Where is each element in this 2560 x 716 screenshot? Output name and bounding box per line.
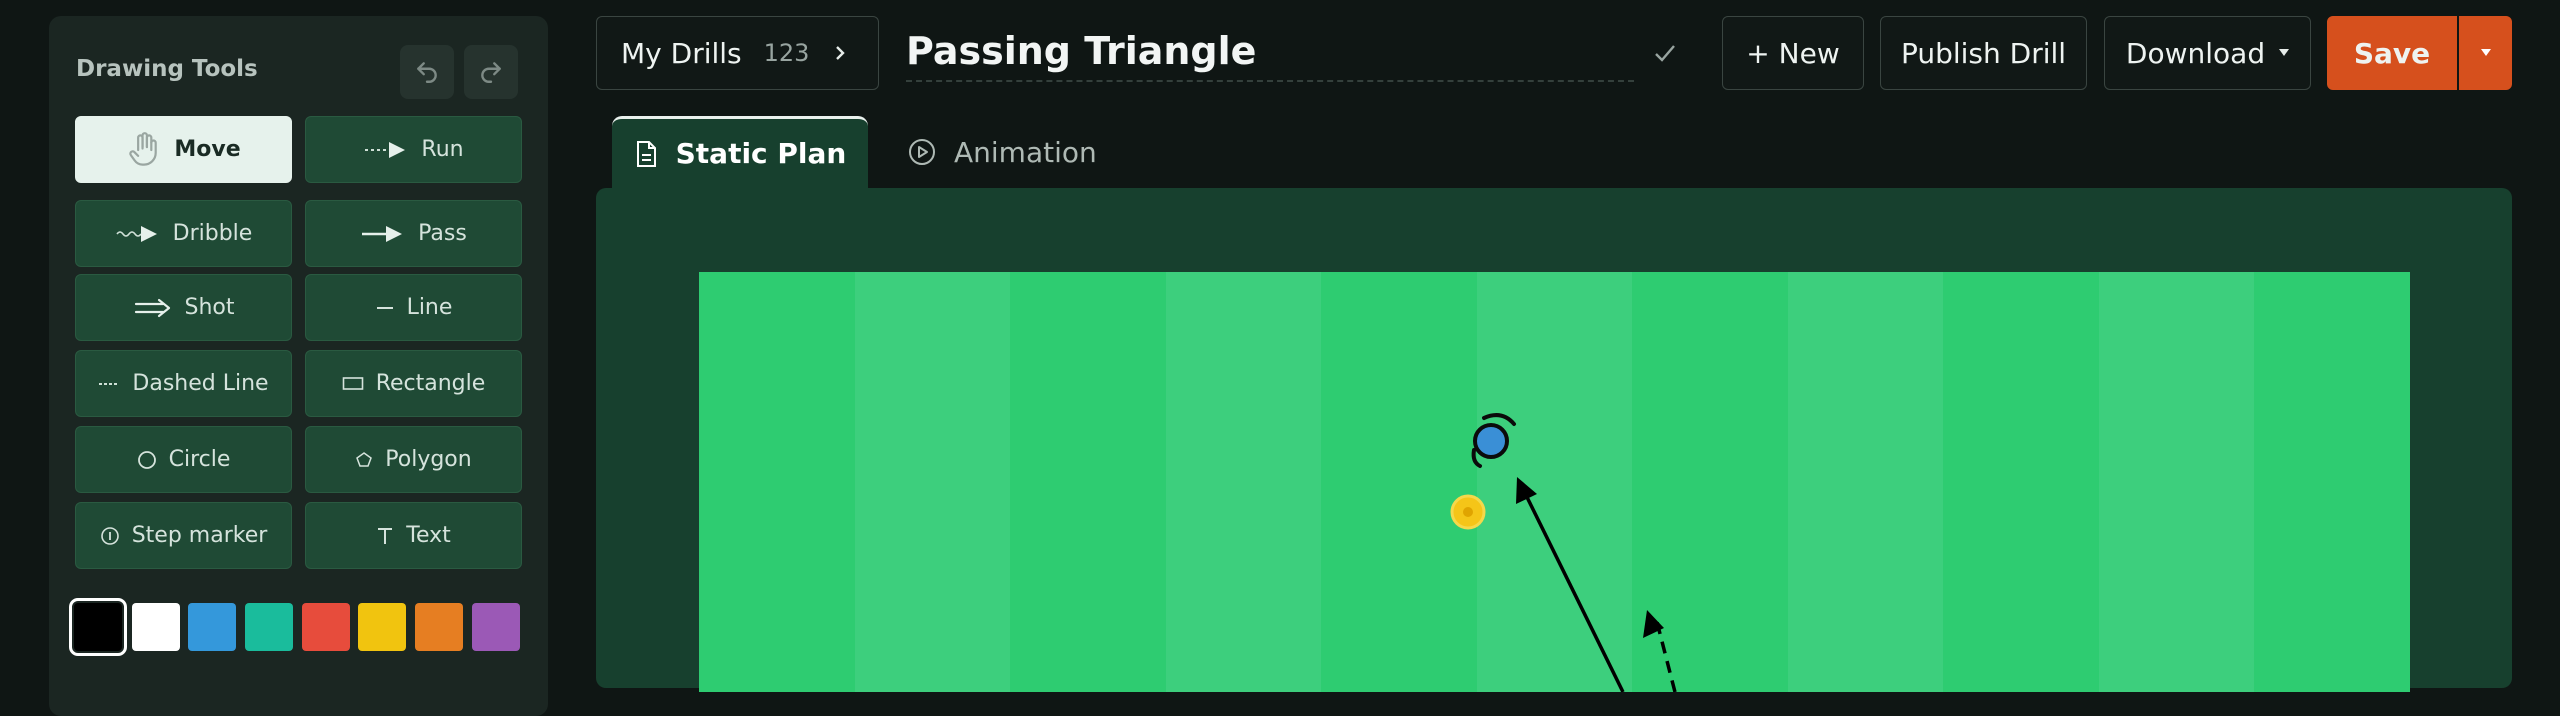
caret-down-icon <box>2480 49 2491 57</box>
tool-label: Text <box>406 523 451 548</box>
tool-label: Pass <box>418 221 467 246</box>
my-drills-button[interactable]: My Drills 123 <box>596 16 879 90</box>
dashed-line-icon <box>98 374 120 394</box>
tool-text[interactable]: Text <box>305 502 522 569</box>
tool-polygon[interactable]: Polygon <box>305 426 522 493</box>
tab-label: Animation <box>954 135 1097 169</box>
color-swatch-red[interactable] <box>302 603 350 651</box>
color-swatch-black[interactable] <box>69 598 127 656</box>
dribble-arrow-icon <box>115 224 161 244</box>
ball-marker[interactable] <box>1450 494 1486 530</box>
tool-label: Dribble <box>172 221 253 246</box>
new-button[interactable]: + New <box>1722 16 1864 90</box>
pitch[interactable] <box>699 272 2410 692</box>
panel-title: Drawing Tools <box>76 56 258 82</box>
tool-label: Run <box>421 137 464 162</box>
text-icon <box>376 526 394 546</box>
drawing-tools-panel: Drawing Tools Move Run Dribble Pass Shot… <box>49 16 548 716</box>
tool-dashed-line[interactable]: Dashed Line <box>75 350 292 417</box>
run-arrow[interactable] <box>1655 621 1677 692</box>
color-swatch-teal[interactable] <box>245 603 293 651</box>
save-button[interactable]: Save <box>2327 16 2457 90</box>
tool-dribble[interactable]: Dribble <box>75 200 292 267</box>
tool-step-marker[interactable]: Step marker <box>75 502 292 569</box>
color-swatch-blue[interactable] <box>188 603 236 651</box>
color-swatch-yellow[interactable] <box>358 603 406 651</box>
tab-label: Static Plan <box>675 137 847 170</box>
publish-drill-button[interactable]: Publish Drill <box>1880 16 2087 90</box>
tool-label: Move <box>174 137 241 162</box>
tab-static-plan[interactable]: Static Plan <box>612 116 868 188</box>
tool-label: Dashed Line <box>132 371 269 396</box>
circle-icon <box>137 450 157 470</box>
run-arrow-icon <box>363 140 409 160</box>
step-marker-icon <box>100 526 120 546</box>
save-options-button[interactable] <box>2459 16 2512 90</box>
tool-move[interactable]: Move <box>75 116 292 183</box>
color-swatch-purple[interactable] <box>472 603 520 651</box>
drill-count: 123 <box>763 39 810 67</box>
tool-label: Rectangle <box>375 371 486 396</box>
drill-title-input[interactable]: Passing Triangle <box>906 22 1634 82</box>
tab-animation[interactable]: Animation <box>908 116 1097 188</box>
tool-line[interactable]: Line <box>305 274 522 341</box>
tool-label: Polygon <box>385 447 472 472</box>
chevron-right-icon <box>833 43 847 63</box>
my-drills-label: My Drills <box>621 36 742 70</box>
polygon-icon <box>355 451 373 469</box>
shot-arrow-icon <box>133 297 173 319</box>
play-circle-icon <box>908 138 936 166</box>
pass-arrow-icon <box>360 224 406 244</box>
confirm-check-icon[interactable] <box>1652 40 1678 70</box>
caret-down-icon <box>2279 49 2290 57</box>
tool-shot[interactable]: Shot <box>75 274 292 341</box>
tool-pass[interactable]: Pass <box>305 200 522 267</box>
tool-label: Step marker <box>131 523 268 548</box>
download-label: Download <box>2125 36 2266 70</box>
tool-label: Shot <box>184 295 235 320</box>
tool-label: Circle <box>168 447 231 472</box>
download-button[interactable]: Download <box>2104 16 2311 90</box>
tool-label: Line <box>406 295 453 320</box>
player-marker[interactable] <box>1471 413 1516 468</box>
line-icon <box>375 298 395 318</box>
color-swatch-orange[interactable] <box>415 603 463 651</box>
redo-button[interactable] <box>464 45 518 99</box>
hand-icon <box>126 131 162 169</box>
tool-rectangle[interactable]: Rectangle <box>305 350 522 417</box>
document-icon <box>634 140 658 168</box>
tool-circle[interactable]: Circle <box>75 426 292 493</box>
run-arrow-head <box>1643 610 1664 638</box>
rectangle-icon <box>342 376 364 392</box>
undo-icon <box>417 62 437 83</box>
color-swatch-white[interactable] <box>132 603 180 651</box>
tool-run[interactable]: Run <box>305 116 522 183</box>
redo-icon <box>481 62 501 83</box>
undo-button[interactable] <box>400 45 454 99</box>
